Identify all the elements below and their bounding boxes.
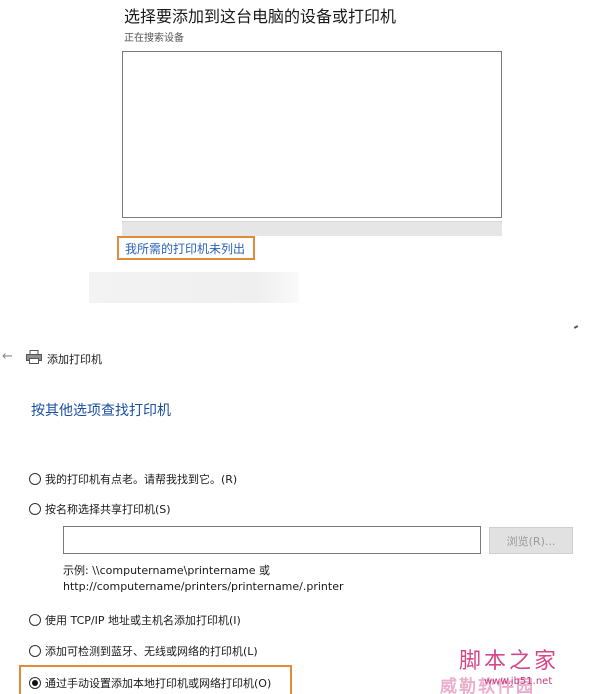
divider-mark [573, 325, 579, 329]
radio-shared-by-name[interactable] [29, 503, 41, 515]
option-tcp-ip[interactable]: 使用 TCP/IP 地址或主机名添加打印机(I) [29, 612, 241, 628]
option-old-printer[interactable]: 我的打印机有点老。请帮我找到它。(R) [29, 471, 237, 487]
option-manual-local[interactable]: 通过手动设置添加本地打印机或网络打印机(O) [29, 675, 271, 691]
watermark-url: www.jb51.net [484, 676, 553, 687]
printer-not-listed-link[interactable]: 我所需的打印机未列出 [125, 240, 245, 257]
dialog-title: 添加打印机 [47, 353, 102, 366]
radio-tcp-ip[interactable] [29, 614, 41, 626]
watermark-text: 脚本之家 [459, 649, 560, 674]
device-list[interactable] [122, 51, 502, 218]
device-list-scrollbar[interactable] [122, 221, 502, 236]
radio-manual-local[interactable] [29, 677, 41, 689]
back-arrow-icon[interactable]: ← [2, 349, 13, 364]
radio-bluetooth-wireless[interactable] [29, 645, 41, 657]
option-label: 我的打印机有点老。请帮我找到它。(R) [45, 473, 238, 486]
footer-band [89, 272, 299, 303]
option-label: 添加可检测到蓝牙、无线或网络的打印机(L) [45, 645, 258, 658]
shared-printer-input[interactable] [63, 526, 481, 554]
option-label: 通过手动设置添加本地打印机或网络打印机(O) [45, 677, 272, 690]
option-shared-by-name[interactable]: 按名称选择共享打印机(S) [29, 501, 171, 517]
example-line-2: http://computername/printers/printername… [63, 580, 344, 593]
radio-old-printer[interactable] [29, 473, 41, 485]
option-bluetooth-wireless[interactable]: 添加可检测到蓝牙、无线或网络的打印机(L) [29, 643, 258, 659]
device-picker-title: 选择要添加到这台电脑的设备或打印机 [124, 7, 397, 26]
example-line-1: 示例: \\computername\printername 或 [63, 564, 271, 577]
printer-icon [26, 350, 42, 364]
option-label: 使用 TCP/IP 地址或主机名添加打印机(I) [45, 614, 241, 627]
browse-button[interactable]: 浏览(R)... [489, 527, 573, 554]
example-hint: 示例: \\computername\printername 或 http://… [63, 563, 344, 595]
page-heading: 按其他选项查找打印机 [31, 403, 171, 419]
option-label: 按名称选择共享打印机(S) [45, 503, 171, 516]
search-status: 正在搜索设备 [124, 33, 184, 44]
